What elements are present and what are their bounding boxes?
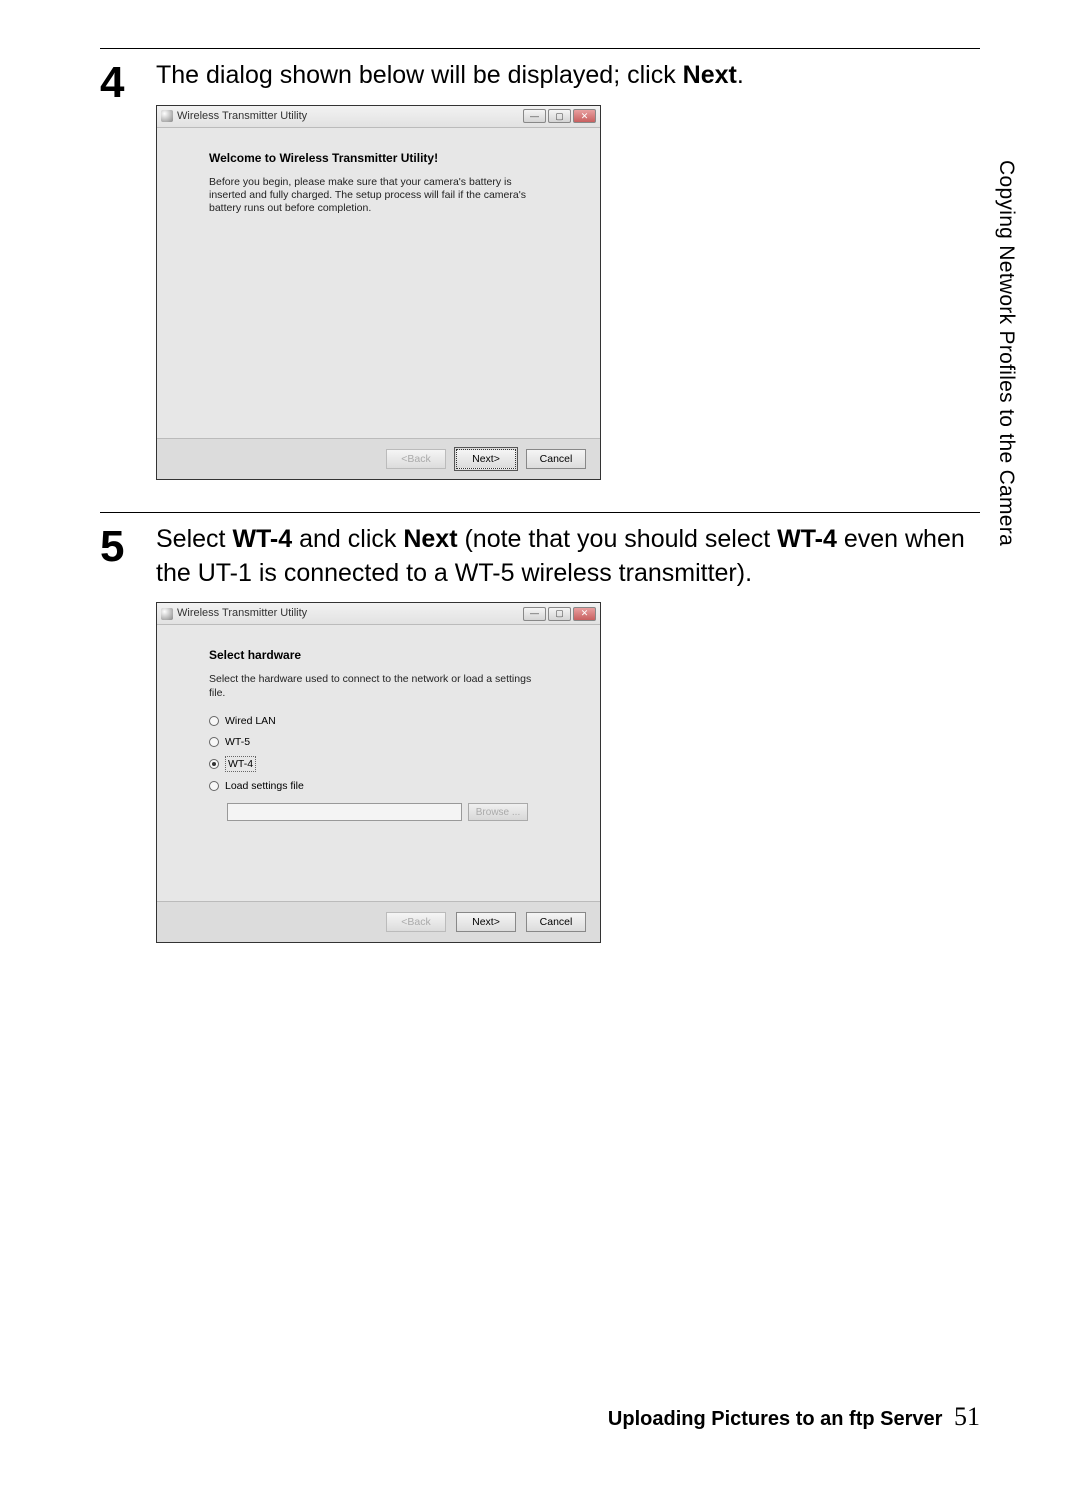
page-footer: Uploading Pictures to an ftp Server 51 bbox=[608, 1402, 980, 1432]
wizard-footer-2: <Back Next> Cancel bbox=[157, 901, 600, 942]
step-4-body: The dialog shown below will be displayed… bbox=[156, 59, 980, 488]
s5-b3: WT-4 bbox=[777, 525, 837, 553]
step-4-text: The dialog shown below will be displayed… bbox=[156, 59, 980, 93]
step-5: 5 Select WT-4 and click Next (note that … bbox=[100, 512, 980, 952]
maximize-button[interactable]: ▢ bbox=[548, 109, 571, 123]
radio-label-load: Load settings file bbox=[225, 779, 304, 793]
step-number-5: 5 bbox=[100, 525, 156, 569]
wizard-body-2: Select hardware Select the hardware used… bbox=[157, 625, 600, 901]
wizard-heading-2: Select hardware bbox=[209, 647, 572, 663]
titlebar-left: Wireless Transmitter Utility bbox=[161, 109, 307, 124]
maximize-button-2[interactable]: ▢ bbox=[548, 607, 571, 621]
back-button: <Back bbox=[386, 449, 446, 469]
side-section-label: Copying Network Profiles to the Camera bbox=[994, 160, 1018, 546]
wizard-heading: Welcome to Wireless Transmitter Utility! bbox=[209, 150, 572, 166]
browse-button: Browse ... bbox=[468, 803, 528, 821]
wizard-description: Before you begin, please make sure that … bbox=[209, 176, 539, 215]
radio-label-wired: Wired LAN bbox=[225, 714, 276, 728]
step4-text-pre: The dialog shown below will be displayed… bbox=[156, 61, 683, 89]
radio-label-wt4: WT-4 bbox=[225, 756, 256, 772]
radio-wired-lan[interactable]: Wired LAN bbox=[209, 714, 572, 728]
wizard-dialog-welcome: Wireless Transmitter Utility — ▢ ✕ Welco… bbox=[156, 105, 601, 480]
close-button[interactable]: ✕ bbox=[573, 109, 596, 123]
window-buttons: — ▢ ✕ bbox=[523, 109, 596, 123]
step4-text-bold: Next bbox=[683, 61, 737, 89]
window-title-2: Wireless Transmitter Utility bbox=[177, 606, 307, 621]
app-icon-2 bbox=[161, 608, 173, 620]
next-button[interactable]: Next> bbox=[456, 449, 516, 469]
wizard-body: Welcome to Wireless Transmitter Utility!… bbox=[157, 128, 600, 438]
radio-wt4[interactable]: WT-4 bbox=[209, 756, 572, 772]
hardware-radio-group: Wired LAN WT-5 WT-4 Load settings f bbox=[209, 714, 572, 822]
s5-mid: and click bbox=[292, 525, 403, 553]
step-number-4: 4 bbox=[100, 61, 156, 105]
radio-icon bbox=[209, 716, 219, 726]
cancel-button-2[interactable]: Cancel bbox=[526, 912, 586, 932]
wizard-dialog-hardware: Wireless Transmitter Utility — ▢ ✕ Selec… bbox=[156, 602, 601, 943]
footer-text: Uploading Pictures to an ftp Server bbox=[608, 1408, 943, 1430]
radio-label-wt5: WT-5 bbox=[225, 735, 250, 749]
step-4: 4 The dialog shown below will be display… bbox=[100, 48, 980, 488]
minimize-button-2[interactable]: — bbox=[523, 607, 546, 621]
titlebar-left-2: Wireless Transmitter Utility bbox=[161, 606, 307, 621]
radio-wt5[interactable]: WT-5 bbox=[209, 735, 572, 749]
s5-b2: Next bbox=[403, 525, 457, 553]
step-5-body: Select WT-4 and click Next (note that yo… bbox=[156, 523, 980, 952]
step4-text-post: . bbox=[737, 61, 744, 89]
s5-pre: Select bbox=[156, 525, 232, 553]
radio-icon bbox=[209, 781, 219, 791]
minimize-button[interactable]: — bbox=[523, 109, 546, 123]
step-5-text: Select WT-4 and click Next (note that yo… bbox=[156, 523, 980, 591]
window-buttons-2: — ▢ ✕ bbox=[523, 607, 596, 621]
titlebar-2: Wireless Transmitter Utility — ▢ ✕ bbox=[157, 603, 600, 625]
settings-file-row: Browse ... bbox=[227, 803, 572, 821]
next-button-2[interactable]: Next> bbox=[456, 912, 516, 932]
app-icon bbox=[161, 110, 173, 122]
radio-icon-selected bbox=[209, 759, 219, 769]
radio-icon bbox=[209, 737, 219, 747]
s5-post1: (note that you should select bbox=[458, 525, 778, 553]
settings-file-input bbox=[227, 803, 462, 821]
wizard-footer: <Back Next> Cancel bbox=[157, 438, 600, 479]
window-title: Wireless Transmitter Utility bbox=[177, 109, 307, 124]
back-button-2: <Back bbox=[386, 912, 446, 932]
titlebar: Wireless Transmitter Utility — ▢ ✕ bbox=[157, 106, 600, 128]
radio-load-settings[interactable]: Load settings file bbox=[209, 779, 572, 793]
page-number: 51 bbox=[954, 1402, 980, 1431]
cancel-button[interactable]: Cancel bbox=[526, 449, 586, 469]
close-button-2[interactable]: ✕ bbox=[573, 607, 596, 621]
s5-b1: WT-4 bbox=[232, 525, 292, 553]
wizard-description-2: Select the hardware used to connect to t… bbox=[209, 673, 539, 699]
